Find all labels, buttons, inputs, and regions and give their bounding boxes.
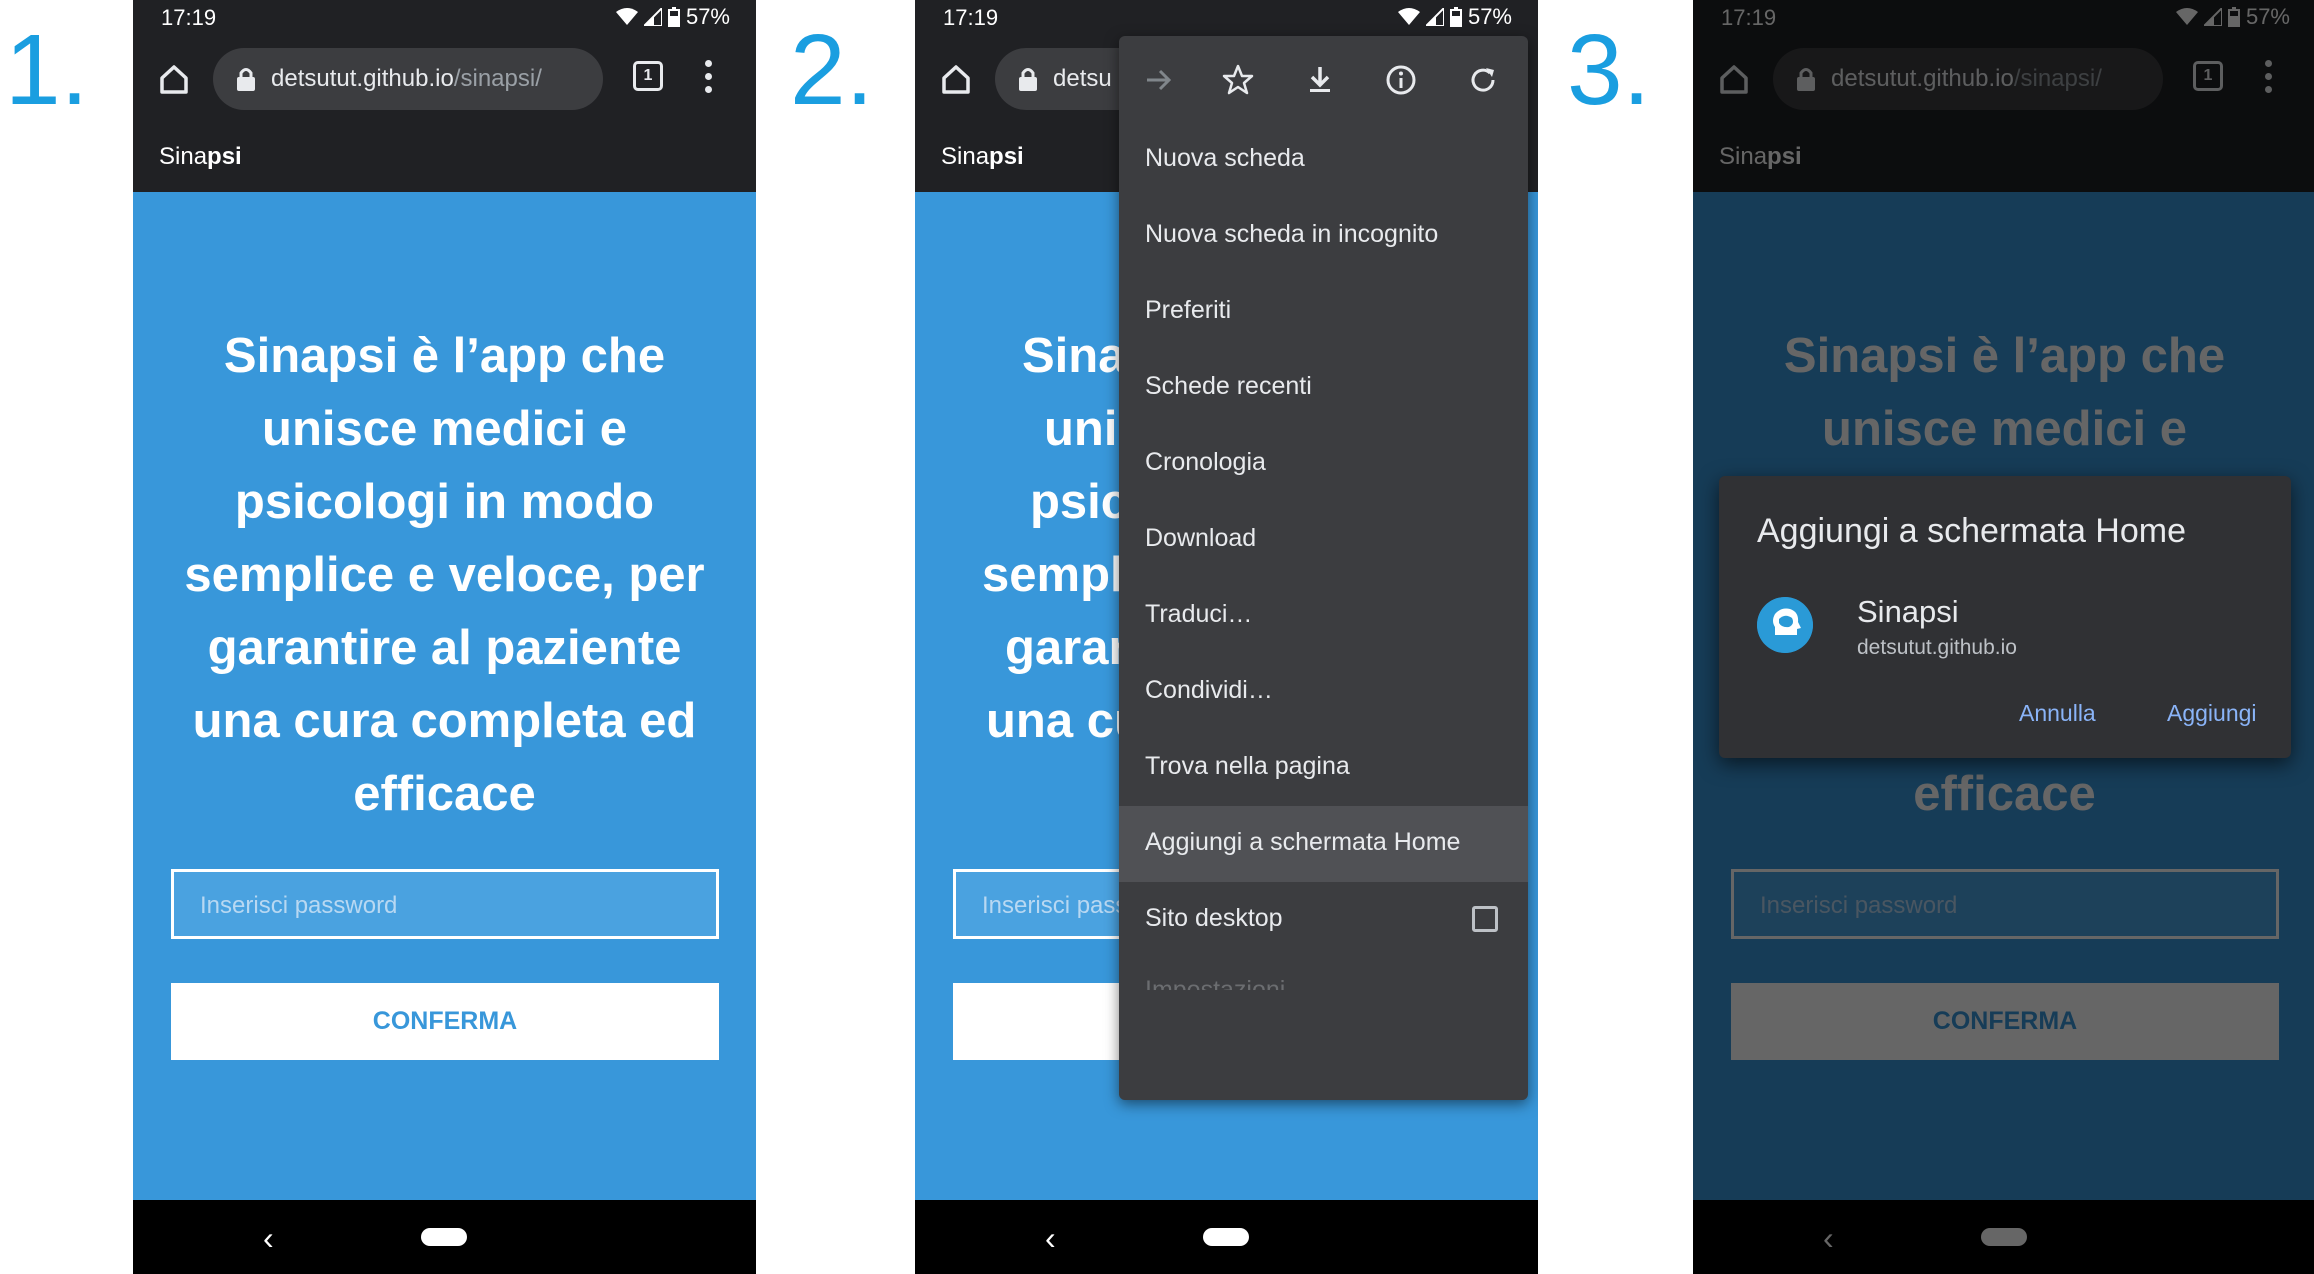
hero-headline: Sinapsi è l’app che unisce medici e psic… — [184, 329, 705, 821]
home-icon[interactable] — [153, 58, 195, 100]
menu-icon-row — [1119, 36, 1528, 122]
forward-arrow-icon[interactable] — [1141, 62, 1177, 98]
wifi-icon — [1397, 8, 1420, 25]
url-path: /sinapsi/ — [453, 65, 542, 92]
menu-item-recent-tabs[interactable]: Schede recenti — [1119, 350, 1528, 426]
status-time: 17:19 — [943, 5, 999, 30]
site-header: Sinapsi — [133, 122, 756, 192]
refresh-icon[interactable] — [1465, 62, 1501, 98]
star-icon[interactable] — [1220, 62, 1256, 98]
menu-item-find-in-page[interactable]: Trova nella pagina — [1119, 730, 1528, 806]
status-bar: 17:19 57% — [915, 0, 1538, 36]
lock-icon — [237, 68, 255, 91]
url-text: detsu — [1053, 65, 1112, 92]
back-icon[interactable]: ‹ — [1045, 1220, 1056, 1257]
address-bar[interactable]: detsutut.github.io/sinapsi/ — [213, 48, 603, 110]
step-number-3: 3. — [1567, 14, 1651, 126]
site-brand[interactable]: Sinapsi — [159, 143, 242, 171]
step-number-2: 2. — [790, 14, 874, 126]
phone-screen-1: 17:19 57% detsutut.github.io/sinapsi/ 1 … — [133, 0, 756, 1274]
phone-screen-2: 17:19 57% detsu Sinapsi Sina uni psic se… — [915, 0, 1538, 1274]
battery-icon — [667, 7, 680, 27]
menu-item-new-tab[interactable]: Nuova scheda — [1119, 122, 1528, 198]
app-url: detsutut.github.io — [1857, 636, 2017, 659]
home-pill-icon[interactable] — [421, 1228, 467, 1246]
url-text: detsutut.github.io/sinapsi/ — [271, 65, 542, 93]
android-nav-bar: ‹ — [915, 1200, 1538, 1274]
battery-percent: 57% — [1467, 4, 1512, 29]
lock-icon — [1019, 68, 1037, 91]
wifi-icon — [615, 8, 638, 25]
desktop-site-checkbox[interactable] — [1472, 906, 1498, 932]
dialog-title: Aggiungi a schermata Home — [1757, 512, 2187, 550]
site-brand[interactable]: Sinapsi — [941, 143, 1024, 171]
menu-item-share[interactable]: Condividi… — [1119, 654, 1528, 730]
menu-item-history[interactable]: Cronologia — [1119, 426, 1528, 502]
password-input[interactable]: Inserisci password — [171, 869, 719, 939]
menu-item-bookmarks[interactable]: Preferiti — [1119, 274, 1528, 350]
status-time: 17:19 — [161, 5, 217, 30]
signal-icon — [643, 8, 662, 26]
app-name: Sinapsi — [1857, 594, 1959, 629]
menu-item-incognito-tab[interactable]: Nuova scheda in incognito — [1119, 198, 1528, 274]
cancel-button[interactable]: Annulla — [2019, 700, 2096, 727]
download-icon[interactable] — [1302, 62, 1338, 98]
battery-icon — [1449, 7, 1462, 27]
menu-item-translate[interactable]: Traduci… — [1119, 578, 1528, 654]
status-bar: 17:19 57% — [133, 0, 756, 36]
add-to-home-dialog: Aggiungi a schermata Home Sinapsi detsut… — [1719, 476, 2291, 758]
step-number-1: 1. — [5, 14, 89, 126]
more-menu-icon[interactable] — [705, 60, 715, 96]
sinapsi-app-icon — [1757, 597, 1813, 653]
home-pill-icon[interactable] — [1203, 1228, 1249, 1246]
browser-overflow-menu: Nuova scheda Nuova scheda in incognito P… — [1119, 36, 1528, 1100]
phone-screen-3: 17:19 57% detsutut.github.io/sinapsi/ 1 … — [1693, 0, 2314, 1274]
add-button[interactable]: Aggiungi — [2167, 700, 2257, 727]
info-icon[interactable] — [1383, 62, 1419, 98]
home-icon[interactable] — [935, 58, 977, 100]
confirm-button[interactable]: CONFERMA — [171, 983, 719, 1060]
menu-item-settings[interactable]: Impostazioni — [1119, 976, 1528, 1004]
back-icon[interactable]: ‹ — [263, 1220, 274, 1257]
signal-icon — [1425, 8, 1444, 26]
menu-item-downloads[interactable]: Download — [1119, 502, 1528, 578]
menu-item-add-to-home-screen[interactable]: Aggiungi a schermata Home — [1119, 806, 1528, 882]
browser-toolbar: detsutut.github.io/sinapsi/ 1 — [133, 36, 756, 122]
android-nav-bar: ‹ — [133, 1200, 756, 1274]
tab-switcher-button[interactable]: 1 — [633, 61, 663, 91]
url-host: detsutut.github.io — [271, 65, 454, 92]
battery-percent: 57% — [685, 4, 730, 29]
menu-item-desktop-site[interactable]: Sito desktop — [1119, 882, 1528, 958]
